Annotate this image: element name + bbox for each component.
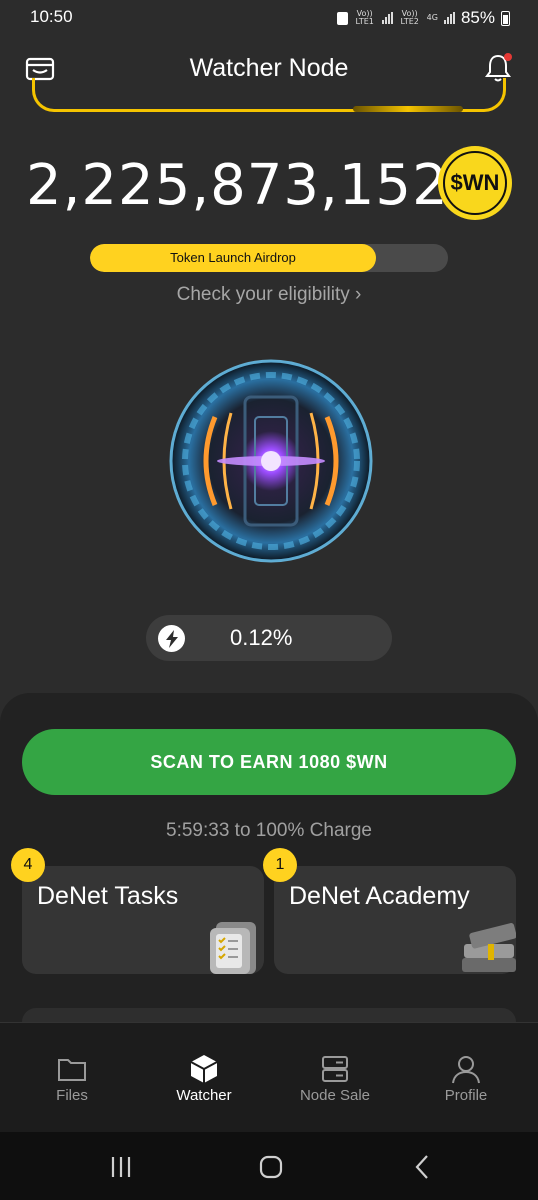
banner-edge[interactable] <box>32 78 506 112</box>
lightning-icon <box>158 625 185 652</box>
notification-dot <box>504 53 512 61</box>
status-icons: Vo)) LTE1 Vo)) LTE2 4G 85% <box>336 8 510 28</box>
books-icon <box>462 923 516 972</box>
airdrop-label: Token Launch Airdrop <box>170 250 296 265</box>
status-time: 10:50 <box>30 7 73 26</box>
system-nav-bar <box>0 1132 538 1200</box>
folder-checklist-icon <box>210 922 256 974</box>
watcher-orb-image[interactable] <box>167 357 375 565</box>
carrier-2: Vo)) LTE2 <box>400 9 419 26</box>
nav-label: Profile <box>444 1087 488 1104</box>
wn-coin-icon: $WN <box>438 146 512 220</box>
card-title: DeNet Academy <box>289 882 470 910</box>
nav-watcher[interactable]: Watcher <box>137 1023 271 1133</box>
carrier-1: Vo)) LTE1 <box>355 9 374 26</box>
scan-to-earn-button[interactable]: SCAN TO EARN 1080 $WN <box>22 729 516 795</box>
signal-icon <box>381 12 393 24</box>
card-denet-academy[interactable]: DeNet Academy <box>274 866 516 974</box>
nav-profile[interactable]: Profile <box>399 1023 533 1133</box>
network-type: 4G <box>426 13 438 22</box>
recent-apps-icon[interactable] <box>106 1152 136 1182</box>
token-balance: 2,225,873,152 <box>26 153 449 218</box>
cube-icon <box>190 1055 218 1083</box>
charge-countdown: 5:59:33 to 100% Charge <box>166 820 372 841</box>
airdrop-progress-bar[interactable]: Token Launch Airdrop <box>90 244 448 272</box>
card-denet-tasks[interactable]: DeNet Tasks <box>22 866 264 974</box>
folder-icon <box>58 1059 86 1081</box>
nav-label: Files <box>56 1087 88 1104</box>
user-icon <box>452 1056 480 1084</box>
coin-symbol: $WN <box>450 170 500 195</box>
nav-label: Watcher <box>176 1087 232 1104</box>
signal-icon <box>443 12 455 24</box>
tasks-count-badge: 4 <box>11 848 45 882</box>
academy-count-badge: 1 <box>263 848 297 882</box>
charge-percent: 0.12% <box>230 625 293 650</box>
charge-indicator: 0.12% <box>146 615 392 661</box>
status-bar: 10:50 Vo)) LTE1 Vo)) LTE2 4G 85% <box>0 0 538 36</box>
nav-node-sale[interactable]: Node Sale <box>268 1023 402 1133</box>
bottom-nav: Files Watcher Node Sale Profile <box>0 1022 538 1132</box>
server-icon <box>322 1056 348 1082</box>
nav-label: Node Sale <box>299 1087 371 1104</box>
check-eligibility-link[interactable]: Check your eligibility › <box>0 284 538 306</box>
card-title: DeNet Tasks <box>37 882 179 910</box>
back-icon[interactable] <box>408 1152 438 1182</box>
battery-icon <box>501 10 510 26</box>
sim-icon <box>336 11 348 25</box>
nav-files[interactable]: Files <box>5 1023 139 1133</box>
home-icon[interactable] <box>256 1152 286 1182</box>
battery-percent: 85% <box>460 8 495 27</box>
earn-panel: SCAN TO EARN 1080 $WN 5:59:33 to 100% Ch… <box>0 693 538 1048</box>
